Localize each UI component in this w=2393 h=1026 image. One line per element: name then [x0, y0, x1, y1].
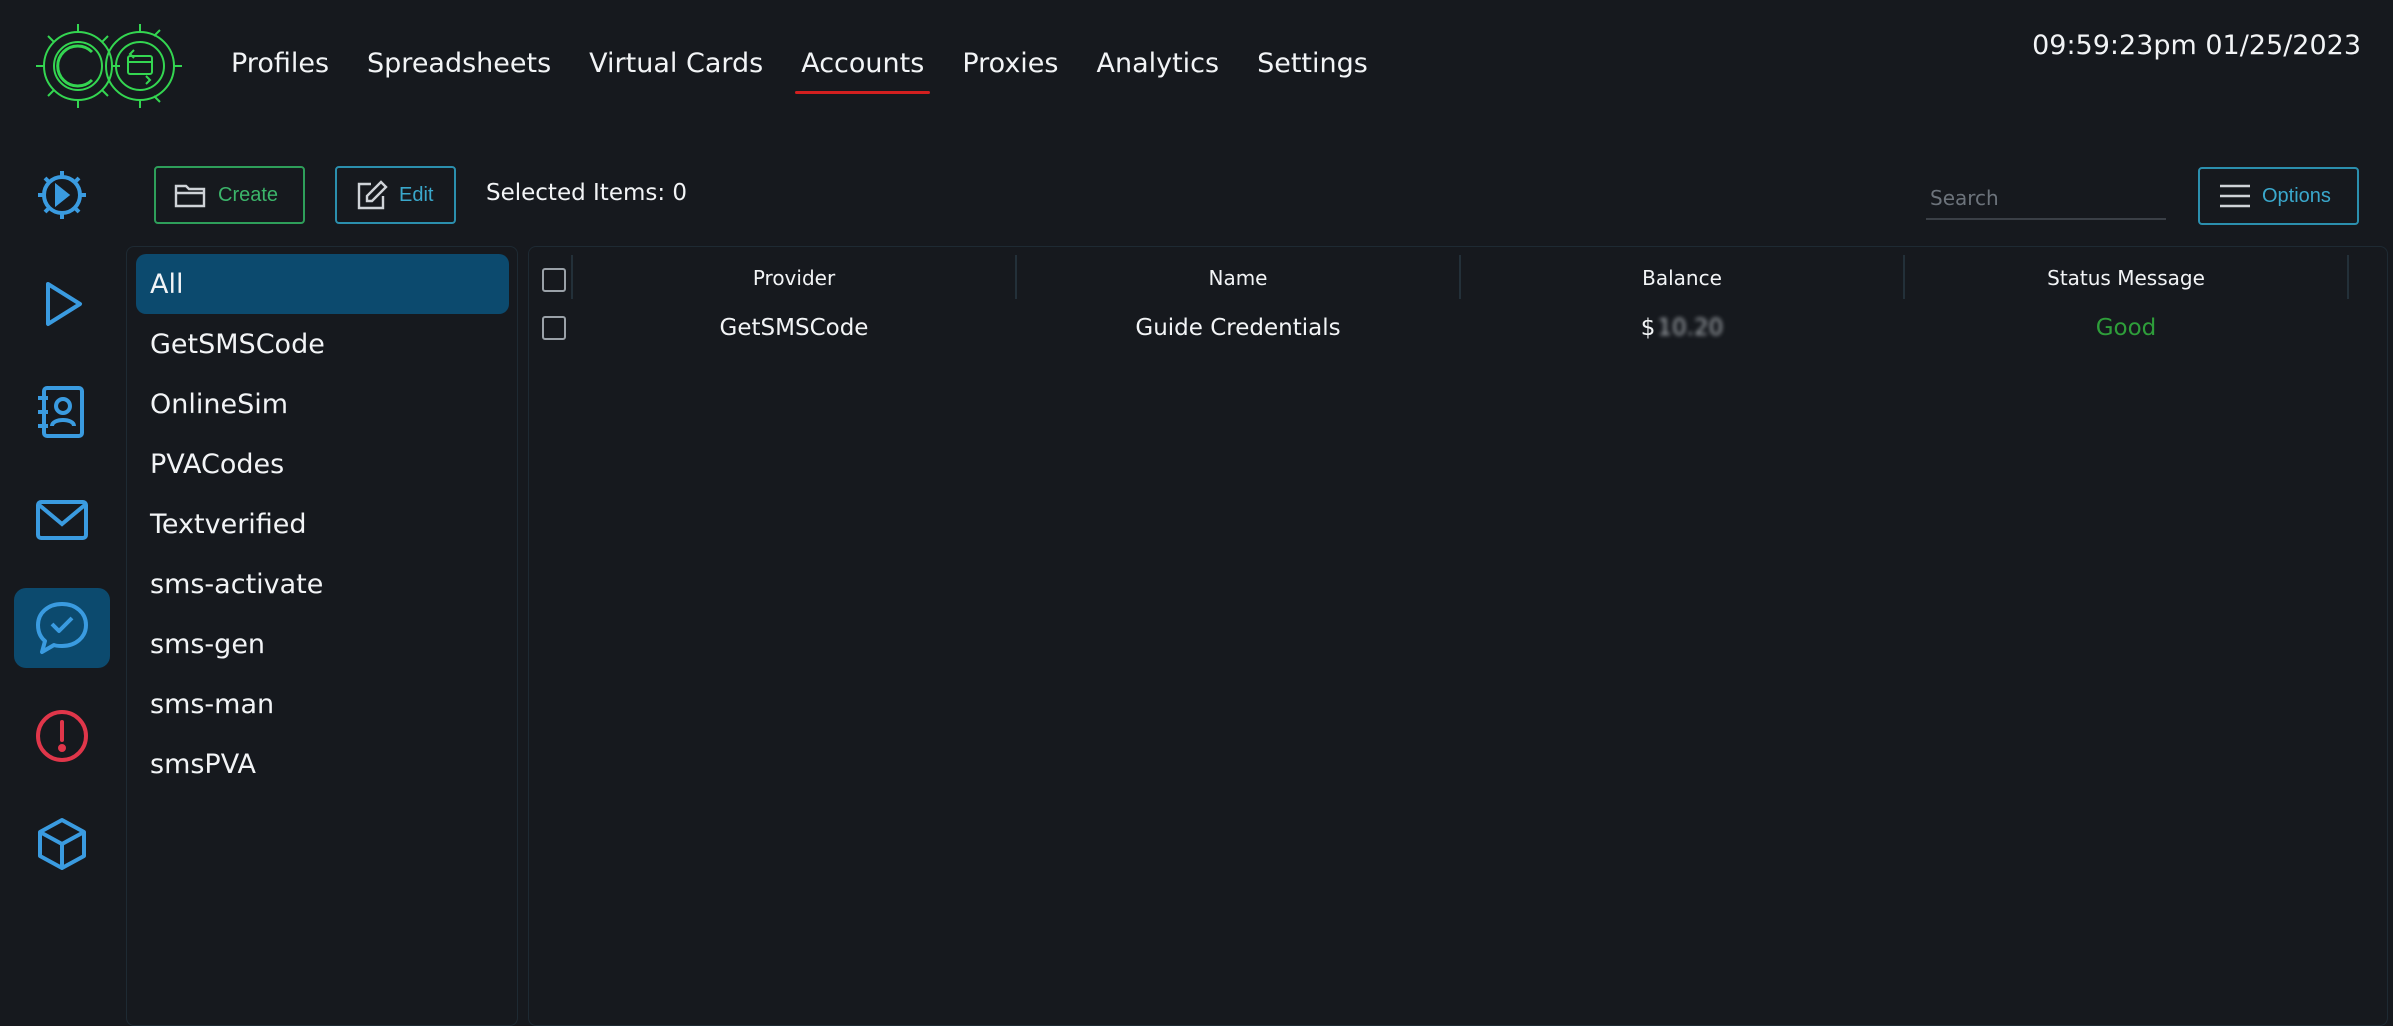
nav-settings[interactable]: Settings — [1257, 44, 1368, 84]
provider-item-pvacodes[interactable]: PVACodes — [136, 434, 509, 494]
options-label: Options — [2262, 184, 2331, 207]
chat-check-icon — [36, 602, 88, 654]
column-header-status[interactable]: Status Message — [1905, 258, 2347, 298]
edit-icon — [357, 180, 388, 210]
provider-item-sms-gen[interactable]: sms-gen — [136, 614, 509, 674]
menu-icon — [2220, 184, 2250, 208]
sidebar-item-mail[interactable] — [14, 480, 110, 560]
edit-button[interactable]: Edit — [335, 166, 456, 224]
provider-item-getsmscode[interactable]: GetSMSCode — [136, 314, 509, 374]
sidebar-item-contacts[interactable] — [14, 372, 110, 452]
selected-items-count: Selected Items: 0 — [486, 180, 688, 206]
cube-icon — [38, 818, 86, 870]
contact-book-icon — [38, 386, 84, 438]
sidebar-item-run[interactable] — [14, 264, 110, 344]
provider-item-all[interactable]: All — [136, 254, 509, 314]
folder-icon — [174, 184, 206, 208]
provider-list: All GetSMSCode OnlineSim PVACodes Textve… — [126, 246, 518, 1026]
provider-item-smspva[interactable]: smsPVA — [136, 734, 509, 794]
column-divider — [2347, 255, 2349, 299]
nav-analytics[interactable]: Analytics — [1096, 44, 1219, 84]
balance-value-redacted: 10.20 — [1657, 315, 1724, 341]
search-input[interactable] — [1926, 178, 2166, 220]
column-header-balance[interactable]: Balance — [1461, 258, 1903, 298]
nav-virtual-cards[interactable]: Virtual Cards — [589, 44, 763, 84]
cell-balance: $10.20 — [1461, 308, 1903, 348]
provider-item-sms-man[interactable]: sms-man — [136, 674, 509, 734]
sidebar-item-alerts[interactable] — [14, 696, 110, 776]
column-header-provider[interactable]: Provider — [573, 258, 1015, 298]
alert-circle-icon — [36, 710, 88, 762]
nav-profiles[interactable]: Profiles — [231, 44, 329, 84]
top-nav: Profiles Spreadsheets Virtual Cards Acco… — [231, 44, 1406, 94]
nav-spreadsheets[interactable]: Spreadsheets — [367, 44, 551, 84]
sidebar-item-package[interactable] — [14, 804, 110, 884]
accounts-table — [528, 246, 2388, 1026]
cell-name: Guide Credentials — [1135, 315, 1341, 341]
create-label: Create — [218, 183, 279, 206]
nav-proxies[interactable]: Proxies — [962, 44, 1058, 84]
row-checkbox[interactable] — [542, 316, 566, 340]
sidebar-item-tasks[interactable] — [14, 155, 110, 235]
provider-item-textverified[interactable]: Textverified — [136, 494, 509, 554]
cell-status: Good — [2095, 315, 2157, 341]
create-button[interactable]: Create — [154, 166, 305, 224]
edit-label: Edit — [399, 183, 434, 206]
provider-item-onlinesim[interactable]: OnlineSim — [136, 374, 509, 434]
options-button[interactable]: Options — [2198, 167, 2359, 225]
play-icon — [46, 282, 82, 326]
column-header-name[interactable]: Name — [1017, 258, 1459, 298]
select-all-checkbox[interactable] — [542, 268, 566, 292]
gear-play-icon — [38, 171, 86, 219]
app-logo — [36, 24, 182, 108]
clock: 09:59:23pm 01/25/2023 — [2032, 30, 2361, 61]
sidebar-item-sms[interactable] — [14, 588, 110, 668]
balance-currency: $ — [1640, 315, 1656, 341]
cell-provider: GetSMSCode — [719, 315, 869, 341]
mail-icon — [36, 500, 88, 540]
provider-item-sms-activate[interactable]: sms-activate — [136, 554, 509, 614]
nav-accounts[interactable]: Accounts — [795, 44, 931, 94]
